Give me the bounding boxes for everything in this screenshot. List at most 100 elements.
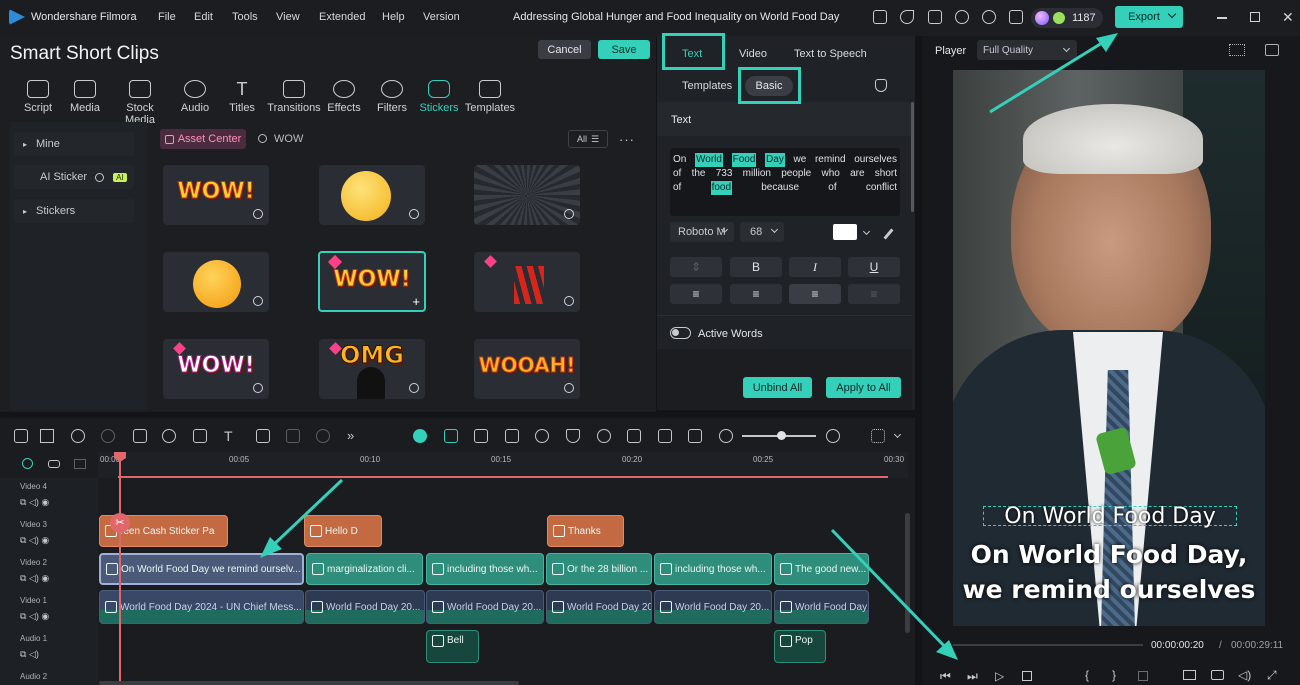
align-right-button[interactable]: ≡ <box>730 284 782 304</box>
subtitle-text-box[interactable]: On World Food Day we remind ourselves of the 733 m… <box>670 148 900 216</box>
apply-to-all-button[interactable]: Apply to All <box>826 377 901 398</box>
title-clip[interactable]: including those wh... <box>654 553 772 585</box>
gift-icon[interactable] <box>873 10 887 24</box>
highlighted-word[interactable]: World <box>695 153 723 167</box>
toolbar-stickers[interactable]: Stickers <box>411 80 467 114</box>
grid-icon[interactable] <box>1009 10 1023 24</box>
subtitle-word[interactable]: people <box>781 167 811 181</box>
title-clip-selected[interactable]: On World Food Day we remind ourselv... <box>99 553 304 585</box>
title-clip[interactable]: including those wh... <box>426 553 544 585</box>
track-controls-icon[interactable]: ⧉ ◁) <box>20 649 39 660</box>
previous-frame-icon[interactable]: ⏮ <box>940 669 951 684</box>
active-words-toggle[interactable] <box>670 327 691 339</box>
ai-copilot-icon[interactable] <box>505 429 519 443</box>
more-tools-icon[interactable]: » <box>347 429 361 443</box>
track-controls-icon[interactable]: ⧉ ◁) ◉ <box>20 497 49 508</box>
track-settings-icon[interactable] <box>74 459 86 469</box>
fullscreen-icon[interactable]: ⤢ <box>1267 668 1277 683</box>
video-clip[interactable]: World Food Day 20... <box>546 590 652 624</box>
subtitle-word[interactable]: the <box>692 167 706 181</box>
quality-select[interactable]: Full Quality <box>977 40 1077 60</box>
sidebar-item-mine[interactable]: ▸ Mine <box>14 132 134 156</box>
close-icon[interactable]: ✕ <box>1282 9 1294 26</box>
download-icon[interactable] <box>564 209 574 219</box>
cancel-button[interactable]: Cancel <box>538 40 591 59</box>
render-icon[interactable] <box>474 429 488 443</box>
align-left-button[interactable]: ≡ <box>670 284 722 304</box>
auto-highlight-icon[interactable] <box>413 429 427 443</box>
restore-icon[interactable] <box>1250 12 1260 22</box>
next-frame-icon[interactable]: ⏭ <box>967 669 978 684</box>
menu-view[interactable]: View <box>276 11 300 23</box>
timeline-scrollbar[interactable] <box>905 513 910 633</box>
add-track-icon[interactable] <box>22 458 33 469</box>
media-replace-icon[interactable] <box>658 429 672 443</box>
snapshot-icon[interactable] <box>1265 44 1279 56</box>
grid-view-icon[interactable] <box>1229 44 1245 56</box>
color-swatch[interactable] <box>833 224 857 240</box>
title-clip[interactable]: marginalization cli... <box>306 553 423 585</box>
video-clip[interactable]: World Food Day 2024 - UN Chief Mess... <box>99 590 304 624</box>
timeline-hscrollbar[interactable] <box>99 681 519 685</box>
sticker-surprised-emoji[interactable] <box>163 252 269 312</box>
sticker-wow-1[interactable]: WOW! <box>163 165 269 225</box>
title-clip[interactable]: Or the 28 billion ... <box>546 553 652 585</box>
camera-icon[interactable] <box>1211 670 1224 680</box>
mark-out-icon[interactable]: } <box>1112 668 1116 682</box>
eyedropper-icon[interactable] <box>883 228 894 240</box>
play-icon[interactable]: ▷ <box>995 669 1004 683</box>
sidebar-item-ai-sticker[interactable]: AI Sticker AI <box>14 165 134 189</box>
download-icon[interactable] <box>409 209 419 219</box>
video-preview[interactable]: On World Food Day On World Food Day, we … <box>953 70 1265 626</box>
send-icon[interactable] <box>900 10 914 24</box>
sticker-wooah[interactable]: WOOAH! <box>474 339 580 399</box>
playhead[interactable] <box>119 452 121 685</box>
download-icon[interactable] <box>253 383 263 393</box>
subtitle-word[interactable]: remind <box>815 153 846 167</box>
chevron-down-icon[interactable] <box>893 430 902 439</box>
track-controls-icon[interactable]: ⧉ ◁) ◉ <box>20 535 49 546</box>
menu-file[interactable]: File <box>158 11 176 23</box>
zoom-out-icon[interactable] <box>719 429 733 443</box>
title-clip[interactable]: The good new... <box>774 553 869 585</box>
subtitle-word[interactable]: because <box>761 181 799 195</box>
subtitle-word[interactable]: we <box>794 153 807 167</box>
minimize-icon[interactable] <box>1217 17 1227 19</box>
highlighted-word[interactable]: food <box>710 181 733 195</box>
sticker-clip[interactable]: Hello D <box>304 515 382 547</box>
track-controls-icon[interactable]: ⧉ ◁) ◉ <box>20 611 49 622</box>
cut-icon[interactable] <box>162 429 176 443</box>
headset-icon[interactable] <box>982 10 996 24</box>
redo-icon[interactable] <box>101 429 115 443</box>
crop-icon[interactable] <box>256 429 270 443</box>
underline-button[interactable]: U <box>848 257 900 277</box>
cloud-icon[interactable] <box>955 10 969 24</box>
stop-icon[interactable] <box>1022 671 1032 681</box>
highlighted-word[interactable]: Day <box>765 153 785 167</box>
font-size-select[interactable]: 68 <box>740 222 784 242</box>
unbind-all-button[interactable]: Unbind All <box>743 377 812 398</box>
download-icon[interactable] <box>564 383 574 393</box>
layout-icon[interactable] <box>14 429 28 443</box>
subtitle-word[interactable]: of <box>673 167 681 181</box>
zoom-in-icon[interactable] <box>826 429 840 443</box>
sticker-shocked-emoji[interactable] <box>319 165 425 225</box>
italic-button[interactable]: I <box>789 257 841 277</box>
audio-clip[interactable]: Bell <box>426 630 479 663</box>
snap-icon[interactable] <box>444 429 458 443</box>
subtitle-word[interactable]: of <box>673 181 681 195</box>
add-icon[interactable]: + <box>412 294 420 309</box>
split-scissors-icon[interactable]: ✂ <box>110 513 130 533</box>
subtitle-word[interactable]: On <box>673 153 686 167</box>
toolbar-transitions[interactable]: Transitions <box>265 80 323 114</box>
filter-button[interactable]: All ☰ <box>568 130 608 148</box>
video-clip[interactable]: World Food Day 20... <box>305 590 425 624</box>
playback-progress[interactable] <box>953 644 1143 646</box>
sticker-exclamation[interactable] <box>474 252 580 312</box>
align-justify-button[interactable]: ≡ <box>848 284 900 304</box>
subtitle-icon[interactable] <box>627 429 641 443</box>
menu-version[interactable]: Version <box>423 11 460 23</box>
caption-icon[interactable] <box>688 429 702 443</box>
toolbar-media[interactable]: Media <box>57 80 113 114</box>
color-icon[interactable] <box>316 429 330 443</box>
